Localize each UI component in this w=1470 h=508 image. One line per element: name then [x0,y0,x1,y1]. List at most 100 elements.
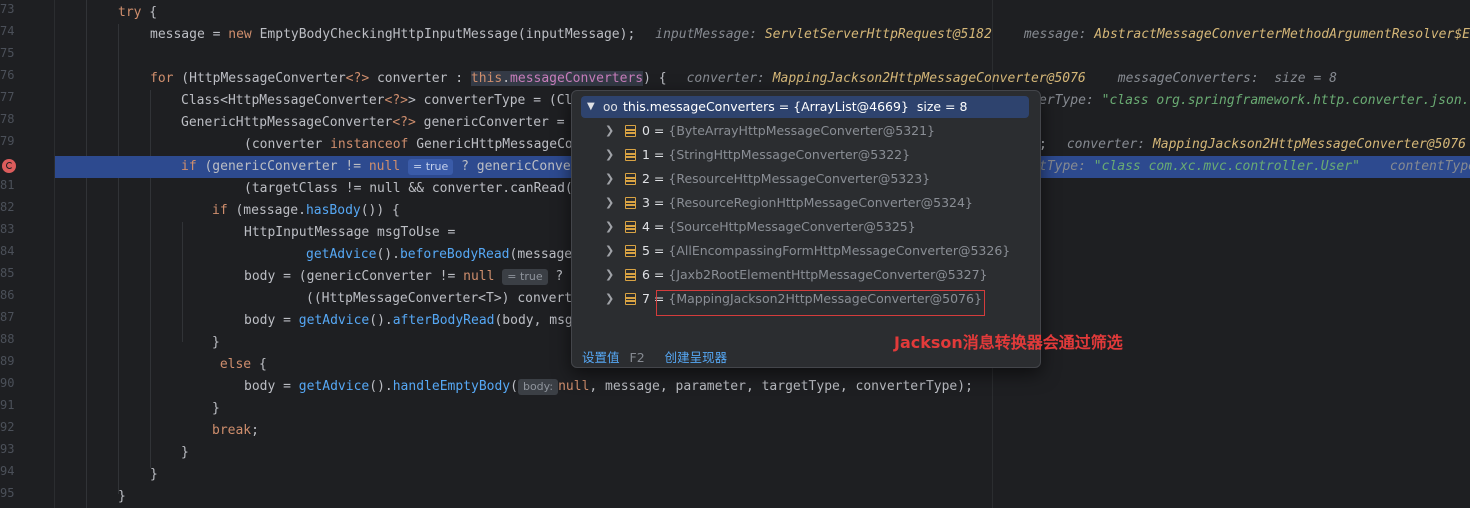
line-number: 93 [0,442,15,456]
keyword: instanceof [330,137,409,152]
code-text: (). [376,247,400,262]
tree-item-index: 0 = [642,123,669,138]
shortcut-hint: F2 [629,350,645,365]
popup-footer: 设置值 F2 创建呈现器 [582,347,727,366]
line-number: 75 [0,46,15,60]
keyword: break [212,423,252,438]
code-line[interactable]: body = getAdvice().handleEmptyBody(body:… [55,376,1470,398]
debug-inline-value: size = 8 [1266,71,1337,86]
chevron-right-icon[interactable]: ❯ [605,239,614,263]
debug-inline-value: ServletServerHttpRequest@5182 [764,27,992,42]
tree-item-index: 4 = [642,219,669,234]
tree-item[interactable]: ❯ 4 = {SourceHttpMessageConverter@5325} [572,215,1040,239]
line-number: 76 [0,68,15,82]
field-icon [625,245,636,257]
code-text: ()) { [360,203,400,218]
chevron-right-icon[interactable]: ❯ [605,119,614,143]
code-text: message = [150,27,229,42]
method-call: getAdvice [298,379,370,394]
code-text: } [212,335,220,350]
inline-value-badge: = true [502,269,548,285]
tree-item[interactable]: ❯ 0 = {ByteArrayHttpMessageConverter@5321… [572,119,1040,143]
field-icon [625,197,636,209]
code-text: <?> [384,93,408,108]
debug-inline-hint: message: [1023,27,1095,42]
code-text: ( [510,379,518,394]
tree-item[interactable]: ❯ 3 = {ResourceRegionHttpMessageConverter… [572,191,1040,215]
field-icon [625,173,636,185]
code-text: ) { [643,71,667,86]
code-text: (body, msg [494,313,573,328]
line-number: 87 [0,310,15,324]
chevron-right-icon[interactable]: ❯ [605,143,614,167]
tree-item-value: {AllEncompassingFormHttpMessageConverter… [668,243,1011,258]
debug-inline-hint: tType: [1039,159,1094,174]
code-text: body = (genericConverter != [244,269,464,284]
line-number: 88 [0,332,15,346]
debug-inline-hint: inputMessage: [655,27,765,42]
line-number: 74 [0,24,15,38]
code-text: body = [244,379,299,394]
line-number: 84 [0,244,15,258]
code-text: ; [251,423,259,438]
code-line[interactable]: break; [55,420,1470,442]
code-line[interactable]: for (HttpMessageConverter<?> converter :… [55,68,1470,90]
field-icon [625,269,636,281]
popup-root-node[interactable]: ▼ oo this.messageConverters = {ArrayList… [581,96,1029,118]
create-renderer-link[interactable]: 创建呈现器 [665,350,728,365]
line-number: 77 [0,90,15,104]
chevron-right-icon[interactable]: ❯ [605,215,614,239]
tree-item[interactable]: ❯ 1 = {StringHttpMessageConverter@5322} [572,143,1040,167]
code-text: } [212,401,220,416]
code-text: } [150,467,158,482]
method-call: getAdvice [306,247,377,262]
tree-item[interactable]: ❯ 2 = {ResourceHttpMessageConverter@5323} [572,167,1040,191]
code-line[interactable]: message = new EmptyBodyCheckingHttpInput… [55,24,1470,46]
keyword: null [463,269,495,284]
debug-value-popup[interactable]: ▼ oo this.messageConverters = {ArrayList… [571,90,1041,368]
method-call: beforeBodyRead [399,247,510,262]
tree-item[interactable]: ❯ 6 = {Jaxb2RootElementHttpMessageConvert… [572,263,1040,287]
annotation-note: Jackson消息转换器会通过筛选 [894,333,1123,352]
code-text: <?> [345,71,370,86]
debug-inline-hint: converter: [686,71,773,86]
tree-item-value: {Jaxb2RootElementHttpMessageConverter@53… [668,267,988,282]
line-number: 90 [0,376,15,390]
keyword: for [150,71,174,86]
code-line[interactable]: } [55,442,1470,464]
tree-item[interactable]: ❯ 5 = {AllEncompassingFormHttpMessageConv… [572,239,1040,263]
code-text: , message, parameter, targetType, conver… [589,379,973,394]
code-text: inputMessage [525,27,620,42]
chevron-right-icon[interactable]: ❯ [605,287,614,311]
tree-item-index: 6 = [642,267,669,282]
tree-item-index: 2 = [642,171,669,186]
code-line[interactable]: } [55,398,1470,420]
code-text: ? genericConver [453,159,579,174]
code-text: (targetClass != null && converter.canRea… [244,181,573,196]
code-line[interactable]: } [55,464,1470,486]
code-text: converter : [369,71,471,86]
debug-inline-hint: messageConverters: [1117,71,1267,86]
field-icon [625,125,636,137]
chevron-right-icon[interactable]: ❯ [605,167,614,191]
keyword: else [212,357,252,372]
field-reference[interactable]: messageConverters [510,71,643,86]
chevron-down-icon[interactable]: ▼ [587,96,595,118]
code-text: (). [369,313,393,328]
chevron-right-icon[interactable]: ❯ [605,263,614,287]
line-number: 81 [0,178,15,192]
debug-inline-value: AbstractMessageConverterMethodArgumentRe… [1094,27,1470,42]
code-line[interactable]: } [55,486,1470,508]
code-line[interactable]: try { [55,2,1470,24]
keyword: if [181,159,197,174]
method-call: hasBody [305,203,361,218]
line-number: 89 [0,354,15,368]
field-icon [625,221,636,233]
line-number: 73 [0,2,15,16]
chevron-right-icon[interactable]: ❯ [605,191,614,215]
method-call: afterBodyRead [392,313,495,328]
debug-inline-value: MappingJackson2HttpMessageConverter@5076 [1152,137,1466,152]
code-text: { [141,5,158,20]
code-text: EmptyBodyCheckingHttpInputMessage( [251,27,526,42]
set-value-link[interactable]: 设置值 [582,350,620,365]
